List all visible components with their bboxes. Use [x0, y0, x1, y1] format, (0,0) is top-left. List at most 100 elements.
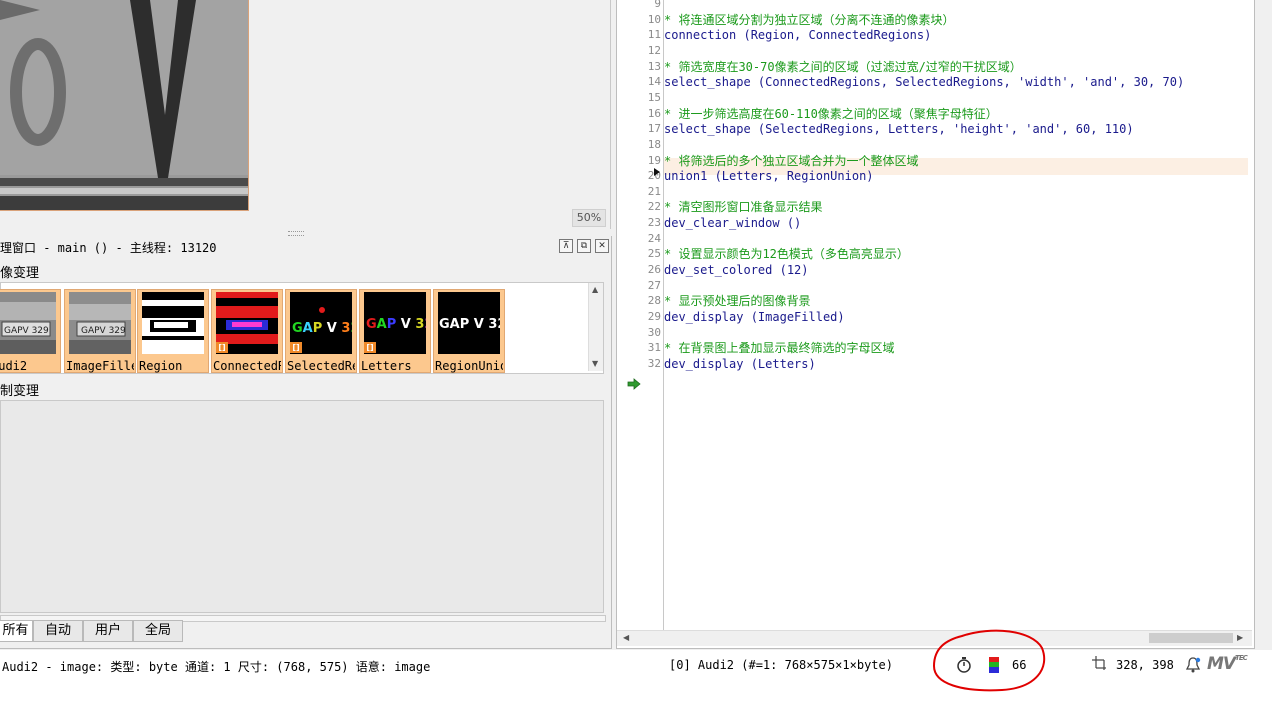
line-number[interactable]: 11 [617, 27, 661, 43]
line-number[interactable]: 28 [617, 293, 661, 309]
thumbnail-image: GAPV 329 [0, 292, 56, 354]
variable-window-title: 理窗口 - main () - 主线程: 13120 [0, 241, 217, 255]
crosshair-coordinate-icon [1092, 656, 1106, 670]
line-number[interactable]: 9 [617, 0, 661, 12]
iconic-vertical-scrollbar[interactable]: ▲ ▼ [588, 283, 603, 371]
insert-cursor-icon [654, 168, 660, 176]
code-comment-line[interactable]: * 清空图形窗口准备显示结果 [664, 199, 822, 215]
line-number[interactable]: 12 [617, 43, 661, 59]
line-number[interactable]: 30 [617, 325, 661, 341]
line-number[interactable]: 29 [617, 309, 661, 325]
line-number[interactable]: 32 [617, 356, 661, 372]
line-number[interactable]: 18 [617, 137, 661, 153]
tab-user[interactable]: 用户 [83, 620, 133, 642]
svg-text:GAPV 329: GAPV 329 [81, 326, 126, 336]
line-number-gutter[interactable]: 9 10 11 12 13 14 15 16 17 18 19 20 21 22 23 24 25 26 27 28 2… [617, 0, 664, 630]
iconic-variables-panel: GAPV 329 Audi2 GAPV 329 ImageFilled Regi… [0, 282, 604, 374]
line-number[interactable]: 15 [617, 90, 661, 106]
displayed-image[interactable] [0, 0, 249, 211]
code-statement-line[interactable]: connection (Region, ConnectedRegions) [664, 27, 931, 43]
code-statement-line[interactable]: union1 (Letters, RegionUnion) [664, 168, 874, 184]
code-statement-line[interactable]: dev_display (ImageFilled) [664, 309, 845, 325]
code-comment-line[interactable]: * 将筛选后的多个独立区域合并为一个整体区域 [664, 153, 918, 169]
scroll-up-icon[interactable]: ▲ [592, 285, 598, 294]
thumbnail-label: ImageFilled [66, 359, 134, 373]
tab-global[interactable]: 全局 [133, 620, 183, 642]
thumbnail-regionunion[interactable]: GAP V 329 RegionUnion [433, 289, 505, 373]
line-number[interactable]: 21 [617, 184, 661, 200]
graphics-window[interactable]: 50% [0, 0, 611, 229]
thumbnail-audi2[interactable]: GAPV 329 Audi2 [0, 289, 61, 373]
tuple-badge: [] [216, 342, 228, 353]
line-number[interactable]: 27 [617, 278, 661, 294]
svg-text:GAP V 329: GAP V 329 [439, 317, 500, 332]
tuple-badge: [] [290, 342, 302, 353]
status-image-info: [0] Audi2 (#=1: 768×575×1×byte) [669, 658, 893, 672]
program-counter-arrow-icon [627, 378, 641, 390]
notification-bell-icon[interactable] [1185, 657, 1201, 673]
svg-text:GAPV 329: GAPV 329 [4, 326, 49, 336]
line-number[interactable]: 16 [617, 106, 661, 122]
control-variables-label: 制变理 [0, 384, 40, 399]
status-variable-info: Audi2 - image: 类型: byte 通道: 1 尺寸: (768, … [2, 660, 431, 674]
line-number[interactable]: 26 [617, 262, 661, 278]
line-number[interactable]: 17 [617, 121, 661, 137]
color-palette-icon[interactable] [989, 657, 999, 673]
status-bar: Audi2 - image: 类型: byte 通道: 1 尺寸: (768, … [0, 629, 1272, 706]
line-number[interactable]: 23 [617, 215, 661, 231]
svg-text:GAP V 329: GAP V 329 [366, 317, 426, 332]
thumbnail-selectedregions[interactable]: GAP V 329 [] SelectedRegions [285, 289, 357, 373]
pin-icon[interactable]: ⊼ [559, 239, 573, 253]
scroll-thumb[interactable] [1149, 633, 1233, 643]
mvtec-logo: MVTEC [1207, 654, 1248, 674]
iconic-variables-label: 像变理 [0, 266, 40, 281]
thumbnail-label: Region [139, 359, 183, 373]
variable-window: 理窗口 - main () - 主线程: 13120 ⊼ ⧉ ✕ 像变理 GAP… [0, 236, 612, 649]
code-statement-line[interactable]: dev_set_colored (12) [664, 262, 809, 278]
line-number[interactable]: 14 [617, 74, 661, 90]
line-number[interactable]: 19 [617, 153, 661, 169]
tuple-badge: [] [364, 342, 376, 353]
thumbnail-image [142, 292, 204, 354]
code-comment-line[interactable]: * 进一步筛选高度在60-110像素之间的区域（聚焦字母特征） [664, 106, 998, 122]
scroll-down-icon[interactable]: ▼ [592, 359, 598, 368]
thumbnail-image: GAP V 329 [438, 292, 500, 354]
thumbnail-region[interactable]: Region [137, 289, 209, 373]
code-statement-line[interactable]: select_shape (ConnectedRegions, Selected… [664, 74, 1184, 90]
line-number[interactable]: 31 [617, 340, 661, 356]
status-mouse-coords: 328, 398 [1116, 658, 1174, 672]
program-editor[interactable]: 9 10 11 12 13 14 15 16 17 18 19 20 21 22 23 24 25 26 27 28 2… [616, 0, 1255, 649]
code-comment-line[interactable]: * 将连通区域分割为独立区域（分离不连通的像素块） [664, 12, 954, 28]
line-number[interactable]: 13 [617, 59, 661, 75]
line-number[interactable]: 10 [617, 12, 661, 28]
tab-auto[interactable]: 自动 [33, 620, 83, 642]
tab-all[interactable]: 所有 [0, 620, 33, 642]
scroll-left-icon[interactable]: ◀ [623, 633, 629, 642]
line-number[interactable]: 24 [617, 231, 661, 247]
code-statement-line[interactable]: dev_display (Letters) [664, 356, 816, 372]
code-comment-line[interactable]: * 显示预处理后的图像背景 [664, 293, 810, 309]
thumbnail-image: GAPV 329 [69, 292, 131, 354]
code-statement-line[interactable]: select_shape (SelectedRegions, Letters, … [664, 121, 1134, 137]
thumbnail-label: RegionUnion [435, 359, 503, 373]
code-comment-line[interactable]: * 设置显示颜色为12色模式（多色高亮显示） [664, 246, 909, 262]
float-window-icon[interactable]: ⧉ [577, 239, 591, 253]
status-timer-value: 66 [1012, 658, 1027, 672]
close-icon[interactable]: ✕ [595, 239, 609, 253]
car-plate-image-crop [0, 0, 248, 210]
thumbnail-label: Letters [361, 359, 412, 373]
control-variables-panel [0, 400, 604, 613]
code-comment-line[interactable]: * 筛选宽度在30-70像素之间的区域（过滤过宽/过窄的干扰区域） [664, 59, 1022, 75]
code-statement-line[interactable]: dev_clear_window () [664, 215, 801, 231]
thumbnail-letters[interactable]: GAP V 329 [] Letters [359, 289, 431, 373]
thumbnail-connectedregions[interactable]: [] ConnectedRegions [211, 289, 283, 373]
scroll-right-icon[interactable]: ▶ [1237, 633, 1243, 642]
line-number[interactable]: 22 [617, 199, 661, 215]
line-number[interactable]: 25 [617, 246, 661, 262]
zoom-level[interactable]: 50% [572, 209, 606, 227]
code-comment-line[interactable]: * 在背景图上叠加显示最终筛选的字母区域 [664, 340, 894, 356]
thumbnail-label: Audi2 [0, 359, 28, 373]
thumbnail-imagefilled[interactable]: GAPV 329 ImageFilled [64, 289, 136, 373]
thumbnail-label: ConnectedRegions [213, 359, 281, 373]
stopwatch-icon[interactable] [956, 657, 972, 673]
